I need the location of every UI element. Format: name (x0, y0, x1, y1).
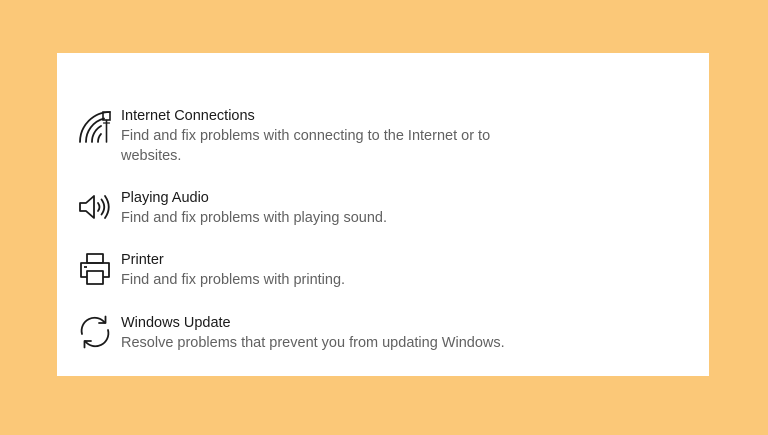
troubleshooter-panel: Internet Connections Find and fix proble… (57, 53, 709, 376)
network-wifi-icon (77, 109, 113, 145)
troubleshooter-description: Find and fix problems with connecting to… (121, 128, 491, 164)
troubleshooter-internet-connections[interactable]: Internet Connections Find and fix proble… (57, 107, 709, 169)
troubleshooter-title: Printer (121, 252, 164, 268)
speaker-icon (77, 189, 113, 225)
troubleshooter-title: Internet Connections (121, 108, 255, 124)
troubleshooter-printer[interactable]: Printer Find and fix problems with print… (57, 251, 709, 295)
troubleshooter-description: Resolve problems that prevent you from u… (121, 335, 505, 351)
troubleshooter-description: Find and fix problems with printing. (121, 272, 346, 288)
troubleshooter-description: Find and fix problems with playing sound… (121, 210, 387, 226)
troubleshooter-title: Playing Audio (121, 190, 209, 206)
troubleshooter-title: Windows Update (121, 315, 231, 331)
sync-arrows-icon (77, 314, 113, 350)
troubleshooter-windows-update[interactable]: Windows Update Resolve problems that pre… (57, 314, 709, 358)
troubleshooter-playing-audio[interactable]: Playing Audio Find and fix problems with… (57, 189, 709, 233)
printer-icon (77, 251, 113, 287)
